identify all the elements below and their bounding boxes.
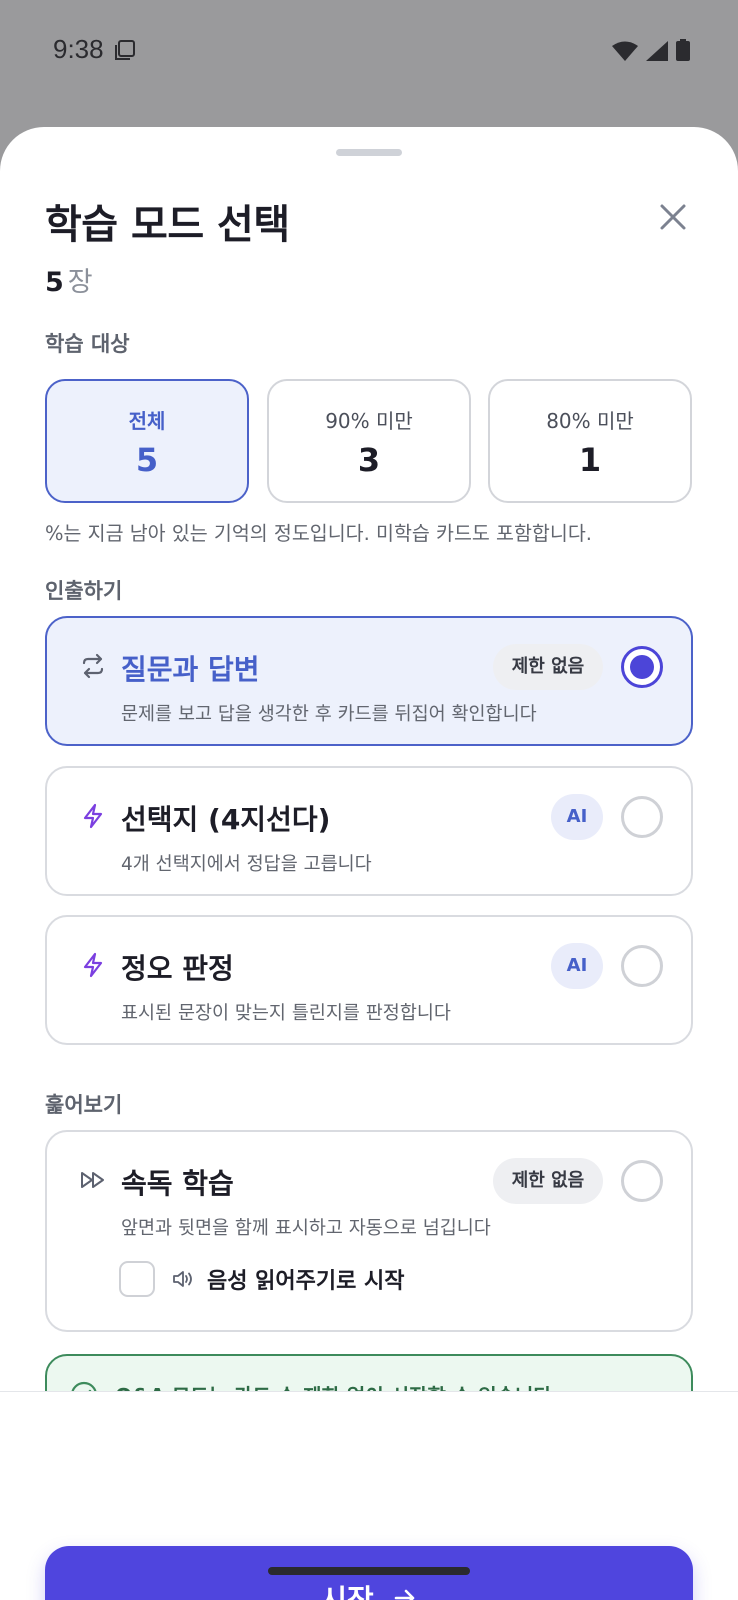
home-indicator[interactable]	[268, 1567, 470, 1575]
target-section-label: 학습 대상	[45, 332, 130, 356]
battery-icon	[676, 38, 690, 67]
mode-card-qa[interactable]: 질문과 답변 문제를 보고 답을 생각한 후 카드를 뒤집어 확인합니다 제한 …	[45, 616, 693, 746]
mode-description: 표시된 문장이 맞는지 틀린지를 판정합니다	[121, 1003, 451, 1024]
skim-section-label: 훑어보기	[45, 1093, 123, 1117]
mode-title: 속독 학습	[121, 1167, 234, 1200]
unlimited-badge: 제한 없음	[493, 1158, 603, 1204]
mode-description: 앞면과 뒷면을 함께 표시하고 자동으로 넘깁니다	[121, 1218, 491, 1239]
target-option-under-80[interactable]: 80% 미만 1	[488, 379, 692, 503]
target-option-label: 전체	[128, 409, 166, 433]
target-hint: %는 지금 남아 있는 기억의 정도입니다. 미학습 카드도 포함합니다.	[45, 522, 592, 545]
lightning-icon	[79, 951, 107, 979]
sheet-grabber[interactable]	[336, 149, 402, 156]
ai-badge: AI	[551, 794, 603, 840]
wifi-icon	[612, 38, 638, 67]
mode-select-sheet: 학습 모드 선택 5장 학습 대상 전체 5 90% 미만 3 80% 미만 1…	[0, 127, 738, 1600]
mode-radio-speed-reading[interactable]	[621, 1160, 663, 1202]
target-option-value: 1	[578, 441, 602, 479]
tts-checkbox[interactable]	[119, 1261, 155, 1297]
arrow-right-icon	[392, 1585, 418, 1600]
sheet-title: 학습 모드 선택	[45, 202, 290, 248]
ai-badge: AI	[551, 943, 603, 989]
recall-section-label: 인출하기	[45, 579, 123, 603]
target-option-value: 3	[357, 441, 381, 479]
unlimited-badge: 제한 없음	[493, 644, 603, 690]
close-button[interactable]	[653, 197, 693, 237]
mode-card-true-false[interactable]: 정오 판정 표시된 문장이 맞는지 틀린지를 판정합니다 AI	[45, 915, 693, 1045]
target-option-all[interactable]: 전체 5	[45, 379, 249, 503]
target-option-label: 80% 미만	[546, 409, 634, 433]
fast-forward-icon	[79, 1166, 107, 1194]
mode-card-multiple-choice[interactable]: 선택지 (4지선다) 4개 선택지에서 정답을 고릅니다 AI	[45, 766, 693, 896]
target-option-value: 5	[135, 441, 159, 479]
status-icons	[612, 38, 690, 67]
speaker-icon	[171, 1267, 195, 1291]
status-bar: 9:38	[0, 0, 738, 96]
status-time: 9:38	[53, 34, 104, 64]
mode-description: 문제를 보고 답을 생각한 후 카드를 뒤집어 확인합니다	[121, 704, 537, 725]
mode-description: 4개 선택지에서 정답을 고릅니다	[121, 854, 372, 875]
mode-title: 정오 판정	[121, 952, 234, 985]
target-option-under-90[interactable]: 90% 미만 3	[267, 379, 471, 503]
mode-card-speed-reading[interactable]: 속독 학습 앞면과 뒷면을 함께 표시하고 자동으로 넘깁니다 제한 없음 음성…	[45, 1130, 693, 1332]
mode-title: 선택지 (4지선다)	[121, 803, 331, 836]
start-button-label: 시작	[320, 1583, 374, 1600]
card-count: 5장	[45, 260, 93, 299]
tts-option[interactable]: 음성 읽어주기로 시작	[119, 1260, 404, 1298]
mode-radio-qa[interactable]	[621, 646, 663, 688]
close-icon	[660, 204, 686, 230]
repeat-icon	[79, 652, 107, 680]
card-count-value: 5	[45, 267, 64, 298]
card-count-unit: 장	[67, 267, 93, 298]
cell-signal-icon	[646, 38, 668, 67]
lightning-icon	[79, 802, 107, 830]
tts-label: 음성 읽어주기로 시작	[207, 1269, 405, 1294]
mode-radio-true-false[interactable]	[621, 945, 663, 987]
mode-title: 질문과 답변	[121, 653, 260, 686]
target-option-label: 90% 미만	[325, 409, 413, 433]
screenshot-notification-icon	[114, 38, 136, 67]
mode-radio-multiple-choice[interactable]	[621, 796, 663, 838]
